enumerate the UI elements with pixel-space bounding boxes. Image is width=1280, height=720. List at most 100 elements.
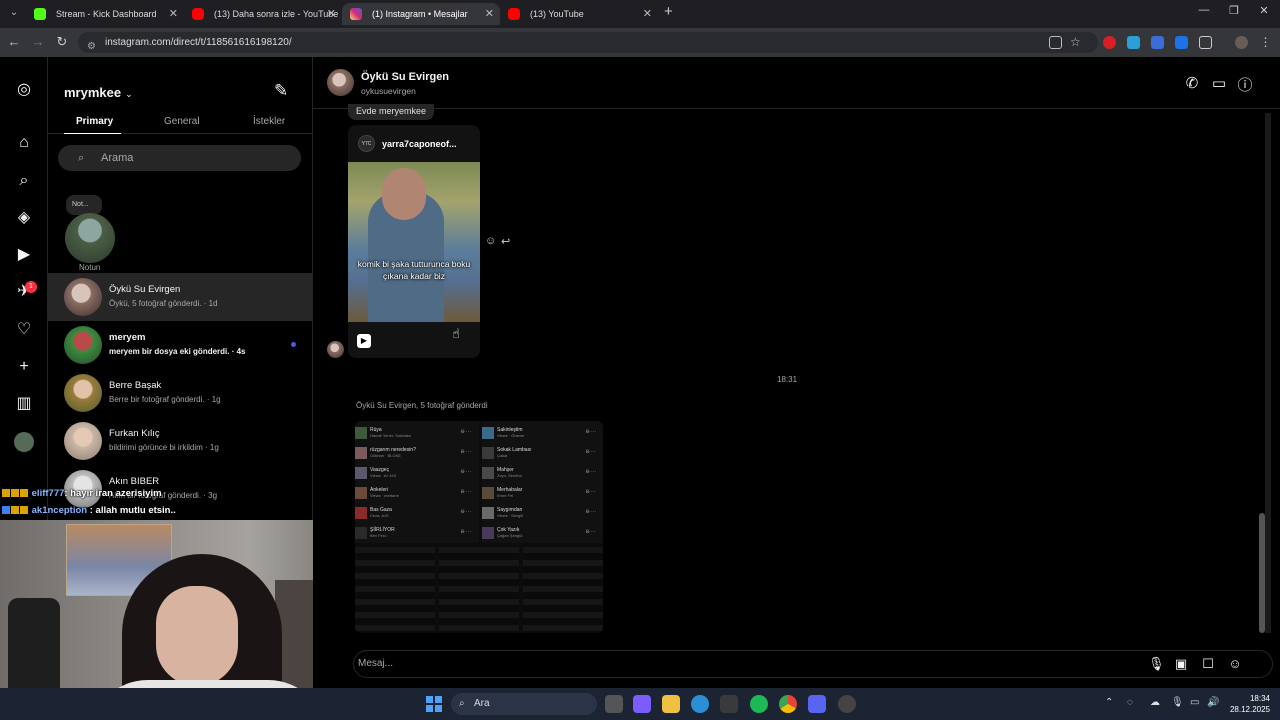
video-call-icon[interactable]: ▭ — [1210, 74, 1228, 92]
badge-icon — [20, 506, 28, 514]
profile-avatar-icon[interactable] — [1235, 36, 1248, 49]
note-avatar[interactable] — [65, 213, 115, 263]
extensions-puzzle-icon[interactable] — [1199, 36, 1212, 49]
file-explorer-icon[interactable] — [662, 695, 680, 713]
extension-icon[interactable] — [1175, 36, 1188, 49]
conversation-item[interactable]: Furkan Kılıç bildirimi görünce bi irkild… — [48, 417, 312, 465]
edge-icon[interactable] — [691, 695, 709, 713]
close-tab-icon[interactable]: ✕ — [327, 3, 336, 25]
close-tab-icon[interactable]: ✕ — [485, 3, 494, 25]
copilot-icon[interactable] — [633, 695, 651, 713]
store-icon[interactable] — [720, 695, 738, 713]
browser-tab-youtube-watch-later[interactable]: (13) Daha sonra izle - YouTube ✕ — [184, 3, 342, 25]
playlist-row: Vaazgeç Views · Ar·343 ⊖ ··· — [355, 467, 475, 479]
info-icon[interactable]: ⓘ — [1236, 74, 1254, 95]
photo-playlist-thumb[interactable] — [439, 547, 519, 633]
tab-general[interactable]: General — [164, 116, 200, 127]
task-view-icon[interactable] — [605, 695, 623, 713]
conversation-item[interactable]: Berre Başak Berre bir fotoğraf gönderdi.… — [48, 369, 312, 417]
close-tab-icon[interactable]: ✕ — [169, 3, 178, 25]
close-window-icon[interactable]: ✕ — [1254, 4, 1274, 17]
tray-chevron-icon[interactable]: ⌃ — [1105, 697, 1113, 708]
note-bubble[interactable]: Not... — [66, 195, 102, 215]
conversation-item[interactable]: meryem meryem bir dosya eki gönderdi. · … — [48, 321, 312, 369]
thread-scrollbar-thumb[interactable] — [1259, 513, 1265, 633]
forward-icon[interactable]: → — [30, 34, 46, 49]
photo-playlist-thumb[interactable] — [355, 547, 435, 633]
new-message-icon[interactable]: ✎ — [274, 81, 288, 101]
tab-search-menu-icon[interactable]: ⌄ — [6, 5, 22, 21]
sticker-icon[interactable]: ☐ — [1200, 656, 1216, 672]
back-icon[interactable]: ← — [6, 34, 22, 49]
tab-primary[interactable]: Primary — [76, 116, 113, 127]
volume-icon[interactable]: 🔊 — [1207, 697, 1219, 708]
tray-app-icon[interactable]: ◌ — [1127, 697, 1133, 708]
restore-icon[interactable]: ❐ — [1224, 4, 1244, 17]
browser-tab-youtube[interactable]: (13) YouTube ✕ — [500, 3, 658, 25]
close-tab-icon[interactable]: ✕ — [643, 3, 652, 25]
reels-icon[interactable]: ▶ — [14, 245, 34, 265]
reel-thumbnail[interactable]: komik bi şaka tutturunca boku çıkana kad… — [348, 162, 480, 322]
search-icon[interactable]: ⌕ — [14, 171, 34, 191]
taskbar-search[interactable]: ⌕ Ara — [451, 693, 597, 715]
unread-dot — [291, 342, 296, 347]
tray-app-icon[interactable]: ☁ — [1150, 697, 1160, 708]
reply-icon[interactable]: ↩ — [501, 235, 510, 248]
photo-playlist-left[interactable]: Rüya Hande Yener, Sokrates ⊖ ··· rüzgarım … — [355, 421, 479, 543]
avatar — [64, 422, 102, 460]
thread-scrollbar-track[interactable] — [1265, 113, 1271, 633]
chrome-icon[interactable] — [779, 695, 797, 713]
clock-date: 28.12.2025 — [1229, 705, 1270, 714]
profile-icon[interactable] — [14, 432, 34, 452]
badge-icon — [20, 489, 28, 497]
site-info-icon[interactable]: ⚙ — [87, 36, 96, 57]
windows-start-icon[interactable] — [426, 696, 442, 712]
chat-username: eliff777 — [31, 488, 65, 499]
chevron-down-icon: ⌄ — [125, 89, 133, 99]
spotify-icon[interactable] — [750, 695, 768, 713]
stream-chat-message: eliff777: hayır iran azerisiyim — [2, 488, 162, 499]
sent-photos-collage[interactable]: Rüya Hande Yener, Sokrates ⊖ ··· rüzgarım … — [355, 421, 603, 633]
photo-playlist-right[interactable]: Sakinleştim Views · Önlene ⊖ ··· Sokak Lam… — [482, 421, 603, 543]
thread-avatar[interactable] — [327, 69, 354, 96]
message-input[interactable]: Mesaj... 🎙 ▣ ☐ ☺ — [353, 650, 1273, 678]
extension-icon[interactable] — [1151, 36, 1164, 49]
thread-name[interactable]: Öykü Su Evirgen — [361, 71, 449, 83]
tab-title: (13) Daha sonra izle - YouTube — [214, 9, 339, 19]
image-icon[interactable]: ▣ — [1173, 656, 1189, 672]
photo-playlist-thumb[interactable] — [523, 547, 603, 633]
taskbar-clock[interactable]: 18:34 28.12.2025 — [1226, 693, 1270, 715]
conversation-item[interactable]: Öykü Su Evirgen Öykü, 5 fotoğraf gönderd… — [48, 273, 312, 321]
reload-icon[interactable]: ↻ — [54, 34, 70, 50]
notifications-icon[interactable]: ♡ — [14, 320, 34, 340]
extension-icon[interactable] — [1127, 36, 1140, 49]
instagram-logo-icon[interactable]: ◎ — [14, 80, 34, 100]
search-input[interactable]: ⌕ Arama — [58, 145, 301, 171]
bookmark-star-icon[interactable]: ☆ — [1070, 36, 1083, 49]
address-bar[interactable]: ⚙ instagram.com/direct/t/118561616198120… — [78, 32, 1098, 53]
account-switcher[interactable]: mrymkee ⌄ — [64, 85, 133, 100]
browser-tab-kick[interactable]: Stream - Kick Dashboard ✕ — [26, 3, 184, 25]
minimize-icon[interactable]: — — [1194, 4, 1214, 16]
shared-reel[interactable]: Y7C yarra7caponeof... komik bi şaka tutt… — [348, 125, 480, 358]
phone-call-icon[interactable]: ✆ — [1183, 74, 1201, 92]
menu-kebab-icon[interactable]: ⋮ — [1259, 36, 1272, 49]
browser-tab-instagram[interactable]: (1) Instagram • Mesajlar ✕ — [342, 3, 500, 25]
reel-owner-name[interactable]: yarra7caponeof... — [382, 139, 457, 149]
microphone-icon[interactable]: 🎙 — [1148, 656, 1165, 672]
new-tab-icon[interactable]: + — [664, 3, 673, 20]
reels-icon: ▶ — [357, 334, 371, 348]
discord-icon[interactable] — [808, 695, 826, 713]
create-icon[interactable]: + — [14, 357, 34, 377]
tab-requests[interactable]: İstekler — [253, 116, 285, 127]
explore-icon[interactable]: ◈ — [14, 208, 34, 228]
install-app-icon[interactable] — [1049, 36, 1062, 49]
microphone-tray-icon[interactable]: 🎙 — [1171, 697, 1184, 708]
network-icon[interactable]: ▭ — [1190, 697, 1199, 708]
extension-icon[interactable] — [1103, 36, 1116, 49]
dashboard-icon[interactable]: ▥ — [14, 394, 34, 414]
home-icon[interactable]: ⌂ — [14, 133, 34, 153]
react-emoji-icon[interactable]: ☺ — [485, 235, 496, 247]
app-icon[interactable] — [838, 695, 856, 713]
heart-sticker-icon[interactable]: ☺ — [1227, 656, 1243, 671]
